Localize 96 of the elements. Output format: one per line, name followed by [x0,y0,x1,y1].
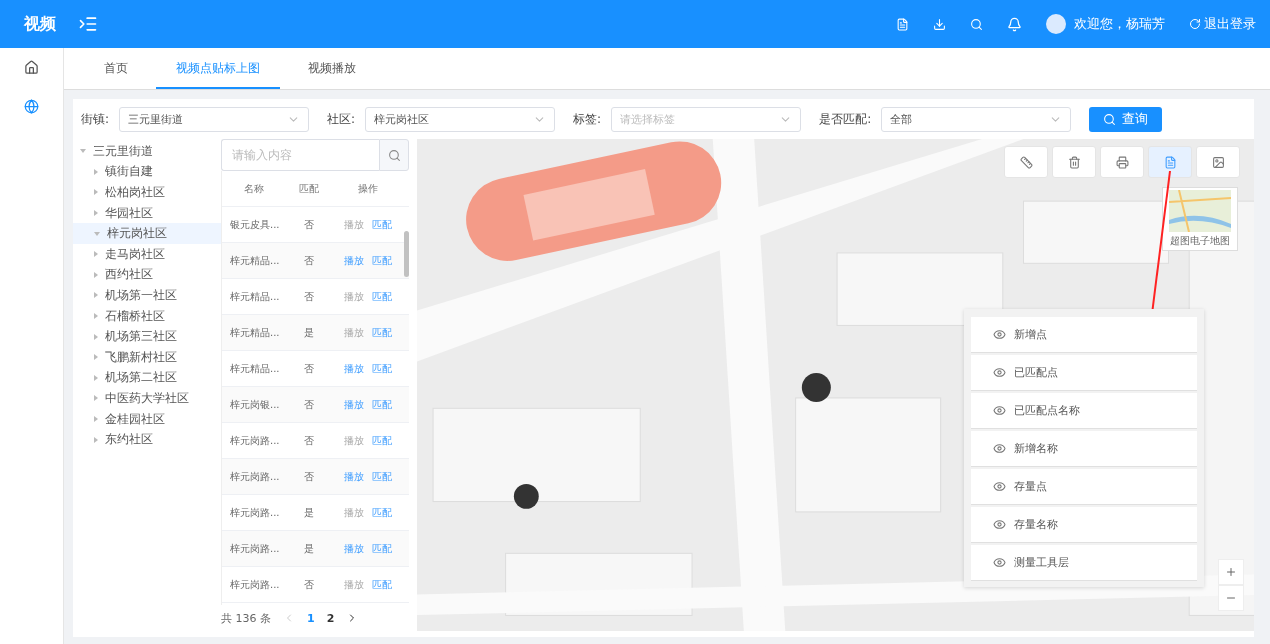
table-cell-text: 梓元岗路... [229,541,281,556]
basemap-preview: 超图电子地图 [1162,187,1238,251]
table-cell-text: 否 [303,397,315,412]
layer-item[interactable]: 已匹配点 [971,355,1197,391]
table-cell-text: 否 [303,253,315,268]
search-icon [1103,112,1117,126]
search-icon[interactable] [970,17,983,31]
home-icon[interactable] [24,60,39,75]
table-cell-text: 梓元精品... [229,325,281,340]
tree-item[interactable]: 镇街自建 [73,161,221,183]
tree-item[interactable]: 华园社区 [73,202,221,224]
column-header: 名称 [242,181,265,196]
filter-label: 社区: [327,110,356,128]
eye-icon [993,366,1006,379]
layer-item[interactable]: 存量点 [971,469,1197,505]
zoom-in-button[interactable] [1218,559,1244,585]
layer-item[interactable]: 存量名称 [971,507,1197,543]
search-icon [387,148,401,162]
tab[interactable]: 首页 [84,48,148,89]
layer-item[interactable]: 新增名称 [971,431,1197,467]
eye-icon [993,556,1006,569]
table-cell-text: 是 [303,325,315,340]
table-cell-text: 否 [303,433,315,448]
table-cell-text: 银元皮具... [229,217,281,232]
table-cell-text: 是 [303,505,315,520]
total-count: 共 136 条 [221,610,271,626]
table-cell-text: 否 [303,289,315,304]
table-cell-text: 梓元精品... [229,253,281,268]
tree-item[interactable]: 机场第三社区 [73,326,221,347]
menu-icon[interactable] [78,14,98,34]
table-cell-text: 梓元精品... [229,361,281,376]
table-cell-text: 是 [303,541,315,556]
image-icon [1211,155,1225,169]
document-tool-button[interactable] [1148,146,1192,178]
table-cell-text: 梓元岗路... [229,505,281,520]
table-cell-text: 否 [303,577,315,592]
search-field[interactable]: 请输入内容 [221,139,379,171]
ruler-tool-button[interactable] [1004,146,1048,178]
search-button[interactable] [379,139,409,171]
ruler-icon [1019,155,1033,169]
zoom-out-button[interactable] [1218,585,1244,611]
tree-item[interactable]: 西约社区 [73,264,221,286]
trash-tool-button[interactable] [1052,146,1096,178]
refresh-icon [1189,18,1201,30]
eye-icon [993,328,1006,341]
layer-item[interactable]: 已匹配点名称 [971,393,1197,429]
eye-icon [993,480,1006,493]
printer-icon [1115,155,1129,169]
greeting-text: 欢迎您，杨瑞芳 [1074,15,1165,33]
tree-item[interactable]: 走马岗社区 [73,243,221,265]
avatar [1046,14,1066,34]
select-field[interactable]: 梓元岗社区 [365,106,556,132]
tree-item[interactable]: 梓元岗社区 [73,223,221,244]
column-header: 匹配 [298,181,320,196]
table-cell-text: 梓元岗路... [229,469,281,484]
image-tool-button[interactable] [1196,146,1240,178]
tree-item[interactable]: 石榴桥社区 [73,305,221,327]
globe-icon[interactable] [24,99,39,114]
download-icon[interactable] [933,17,946,31]
plus-icon [1225,565,1237,579]
layer-item[interactable]: 新增点 [971,317,1197,353]
filter-label: 标签: [573,110,602,128]
tree-item[interactable]: 机场第二社区 [73,367,221,389]
table-cell-text: 梓元岗银... [229,397,281,412]
tree-item[interactable]: 东约社区 [73,429,221,450]
tree-item[interactable]: 机场第一社区 [73,285,221,306]
tree-item[interactable]: 金桂园社区 [73,408,221,430]
map-thumbnail-drawing [1169,190,1231,232]
eye-icon [993,442,1006,455]
tree-item[interactable]: 松柏岗社区 [73,182,221,203]
tab[interactable]: 视频播放 [288,48,376,89]
table-cell-text: 梓元岗路... [229,577,281,592]
eye-icon [993,404,1006,417]
table-cell-text: 梓元精品... [229,289,281,304]
layer-item[interactable]: 测量工具层 [971,545,1197,581]
bell-icon[interactable] [1007,16,1022,32]
printer-tool-button[interactable] [1100,146,1144,178]
document-icon[interactable] [896,17,909,31]
tree-item[interactable]: 三元里街道 [73,141,221,162]
table-cell-text: 否 [303,361,315,376]
filter-label: 街镇: [81,110,110,128]
select-field[interactable]: 全部 [881,106,1072,132]
select-field[interactable]: 三元里街道 [119,106,310,132]
eye-icon [993,518,1006,531]
trash-icon [1067,155,1081,169]
filter-label: 是否匹配: [819,110,872,128]
tree-item[interactable]: 中医药大学社区 [73,388,221,409]
table-cell-text: 否 [303,217,315,232]
document-icon [1163,155,1177,169]
page-button[interactable]: 2 [326,611,335,625]
table-cell-text: 否 [303,469,315,484]
scrollbar[interactable] [404,231,409,277]
tree-item[interactable]: 飞鹏新村社区 [73,346,221,368]
table-cell-text: 梓元岗路... [229,433,281,448]
column-header: 操作 [357,181,379,196]
app-title: 视频 [24,13,57,35]
